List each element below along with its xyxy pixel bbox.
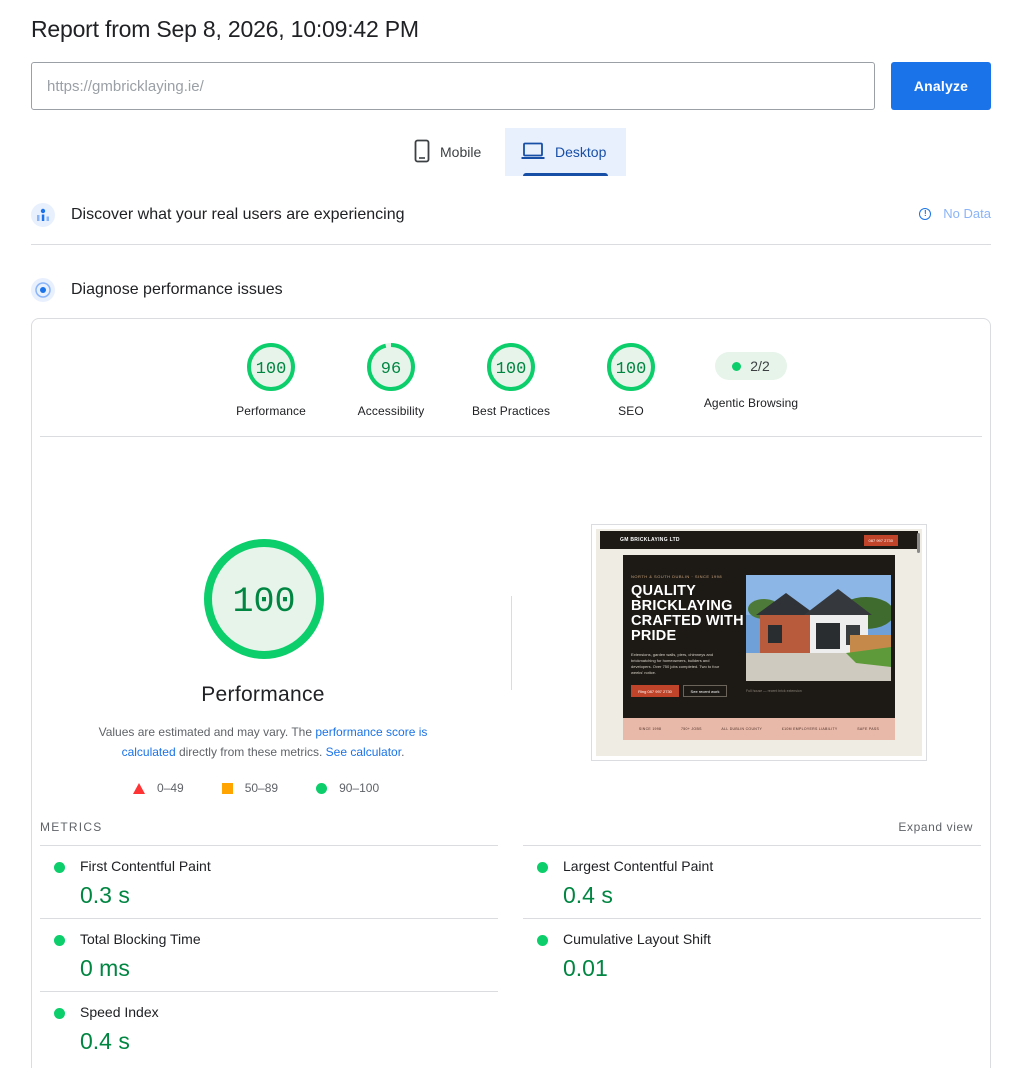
metrics-heading: METRICS (40, 820, 103, 834)
circle-icon (316, 782, 328, 794)
performance-big-gauge: 100 (204, 539, 324, 659)
screenshot-scrollbar (917, 533, 920, 553)
gauge-best-practices-label: Best Practices (471, 404, 551, 418)
screenshot-secondary-button: See recent work (683, 685, 727, 697)
performance-description: Values are estimated and may vary. The p… (98, 725, 428, 759)
screenshot-primary-button: Ring 087 997 2730 (631, 685, 679, 697)
square-icon (221, 782, 233, 794)
section-divider (31, 244, 991, 245)
metric-name: Largest Contentful Paint (563, 858, 714, 874)
score-legend: 0–49 50–89 90–100 (133, 781, 417, 795)
laptop-icon (521, 142, 545, 163)
gauge-seo-label: SEO (618, 404, 644, 418)
screenshot-caption: Full house — recent brick extension (746, 689, 802, 693)
screenshot-nav: GM BRICKLAYING LTD 087 997 2730 (600, 531, 918, 549)
gauge-accessibility-ring: 96 (367, 343, 415, 391)
tab-active-indicator (523, 173, 608, 176)
metric-value: 0.4 s (563, 882, 613, 908)
metric-name: First Contentful Paint (80, 858, 211, 874)
metric-name: Speed Index (80, 1004, 159, 1020)
gauge-performance[interactable]: 100 Performance (206, 342, 336, 418)
gauge-performance-label: Performance (236, 404, 306, 418)
field-data-section[interactable]: Discover what your real users are experi… (31, 202, 991, 228)
metric-value: 0.01 (563, 955, 608, 981)
svg-text:100: 100 (256, 360, 287, 379)
tab-mobile-label: Mobile (440, 144, 482, 160)
pass-dot-icon (537, 935, 548, 946)
field-data-title: Discover what your real users are experi… (71, 206, 405, 223)
info-icon[interactable]: ! (919, 207, 932, 220)
gauge-agentic-browsing[interactable]: 2/2 Agentic Browsing (686, 342, 816, 410)
metric-first-contentful-paint: First Contentful Paint 0.3 s (40, 845, 498, 918)
metric-largest-contentful-paint: Largest Contentful Paint 0.4 s (523, 845, 981, 918)
url-input[interactable] (31, 62, 875, 110)
screenshot-strip: SINCE 1998 750+ JOBS ALL DUBLIN COUNTY £… (623, 718, 895, 740)
pass-dot-icon (54, 862, 65, 873)
legend-pass: 90–100 (316, 781, 379, 795)
screenshot-headline: QUALITY BRICKLAYING CRAFTED WITH PRIDE (631, 583, 744, 644)
gauge-seo[interactable]: 100 SEO (566, 342, 696, 418)
pass-dot-icon (537, 862, 548, 873)
metric-value: 0 ms (80, 955, 130, 981)
analyze-button[interactable]: Analyze (891, 62, 991, 110)
svg-text:100: 100 (232, 582, 295, 622)
users-chart-icon (31, 203, 55, 227)
no-data-status: ! No Data (919, 206, 991, 221)
screenshot-body: Extensions, garden walls, piers, chimney… (631, 652, 720, 675)
final-screenshot: GM BRICKLAYING LTD 087 997 2730 NORTH & … (591, 524, 927, 761)
pass-dot-icon (54, 1008, 65, 1019)
agentic-browsing-value: 2/2 (750, 358, 770, 374)
metric-speed-index: Speed Index 0.4 s (40, 991, 498, 1064)
gauge-accessibility-label: Accessibility (357, 404, 425, 418)
tab-desktop-label: Desktop (555, 144, 607, 160)
see-calculator-link[interactable]: See calculator (326, 745, 401, 759)
expand-view-button[interactable]: Expand view (898, 820, 973, 834)
gauge-seo-ring: 100 (607, 343, 655, 391)
screenshot-page: GM BRICKLAYING LTD 087 997 2730 NORTH & … (596, 529, 922, 756)
metric-cumulative-layout-shift: Cumulative Layout Shift 0.01 (523, 918, 981, 991)
screenshot-eyebrow: NORTH & SOUTH DUBLIN · SINCE 1998 (631, 574, 723, 579)
tab-mobile[interactable]: Mobile (404, 128, 504, 176)
gauge-best-practices[interactable]: 100 Best Practices (446, 342, 576, 418)
agentic-browsing-label: Agentic Browsing (703, 396, 799, 410)
metric-total-blocking-time: Total Blocking Time 0 ms (40, 918, 498, 991)
svg-text:96: 96 (381, 360, 401, 379)
metric-value: 0.4 s (80, 1028, 130, 1054)
pass-dot-icon (732, 361, 742, 371)
metric-name: Total Blocking Time (80, 931, 201, 947)
screenshot-cta: 087 997 2730 (863, 534, 898, 546)
vertical-divider (511, 596, 512, 690)
metric-name: Cumulative Layout Shift (563, 931, 711, 947)
legend-average: 50–89 (221, 781, 278, 795)
no-data-label: No Data (943, 206, 991, 221)
gauge-accessibility[interactable]: 96 Accessibility (326, 342, 456, 418)
diagnose-title: Diagnose performance issues (71, 281, 283, 298)
tab-desktop[interactable]: Desktop (505, 128, 626, 176)
agentic-browsing-badge: 2/2 (715, 352, 787, 380)
diagnose-section: Diagnose performance issues (31, 277, 991, 303)
performance-title: Performance (201, 683, 325, 706)
screenshot-house-photo (746, 575, 891, 681)
svg-text:100: 100 (496, 360, 527, 379)
phone-icon (414, 139, 430, 166)
metric-value: 0.3 s (80, 882, 130, 908)
gauges-divider (40, 436, 982, 437)
screenshot-hero: NORTH & SOUTH DUBLIN · SINCE 1998 QUALIT… (623, 555, 895, 719)
triangle-icon (133, 782, 145, 794)
gauge-performance-ring: 100 (247, 343, 295, 391)
screenshot-brand: GM BRICKLAYING LTD (620, 537, 680, 543)
legend-fail: 0–49 (133, 781, 184, 795)
gauge-best-practices-ring: 100 (487, 343, 535, 391)
diagnose-icon (31, 278, 55, 302)
pass-dot-icon (54, 935, 65, 946)
report-title: Report from Sep 8, 2026, 10:09:42 PM (31, 16, 419, 42)
svg-text:100: 100 (616, 360, 647, 379)
